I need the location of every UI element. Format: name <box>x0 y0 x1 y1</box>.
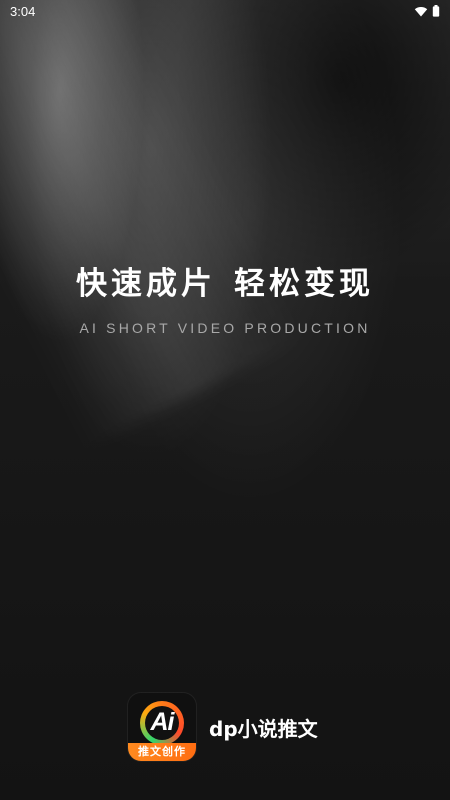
battery-icon <box>432 5 440 17</box>
app-brand: Ai 推文创作 dp小说推文 <box>128 693 318 761</box>
background-light-effect <box>0 0 450 800</box>
splash-screen: 3:04 快速成片 轻松变现 AI SHORT VIDEO PRODUCTION … <box>0 0 450 800</box>
background-light-streak <box>0 0 306 451</box>
app-logo-text: Ai <box>150 708 175 736</box>
status-icons <box>414 5 440 17</box>
status-bar: 3:04 <box>0 0 450 22</box>
splash-headline: 快速成片 轻松变现 <box>0 258 450 303</box>
wifi-icon <box>414 6 428 17</box>
app-name: dp小说推文 <box>209 716 318 741</box>
headline-easy-monetization: 轻松变现 <box>234 266 374 302</box>
headline-fast-production: 快速成片 <box>76 266 216 302</box>
app-logo-label: 推文创作 <box>128 743 196 761</box>
splash-subtitle: AI SHORT VIDEO PRODUCTION <box>79 320 371 336</box>
status-time: 3:04 <box>10 3 36 19</box>
app-logo-icon: Ai 推文创作 <box>128 693 196 761</box>
